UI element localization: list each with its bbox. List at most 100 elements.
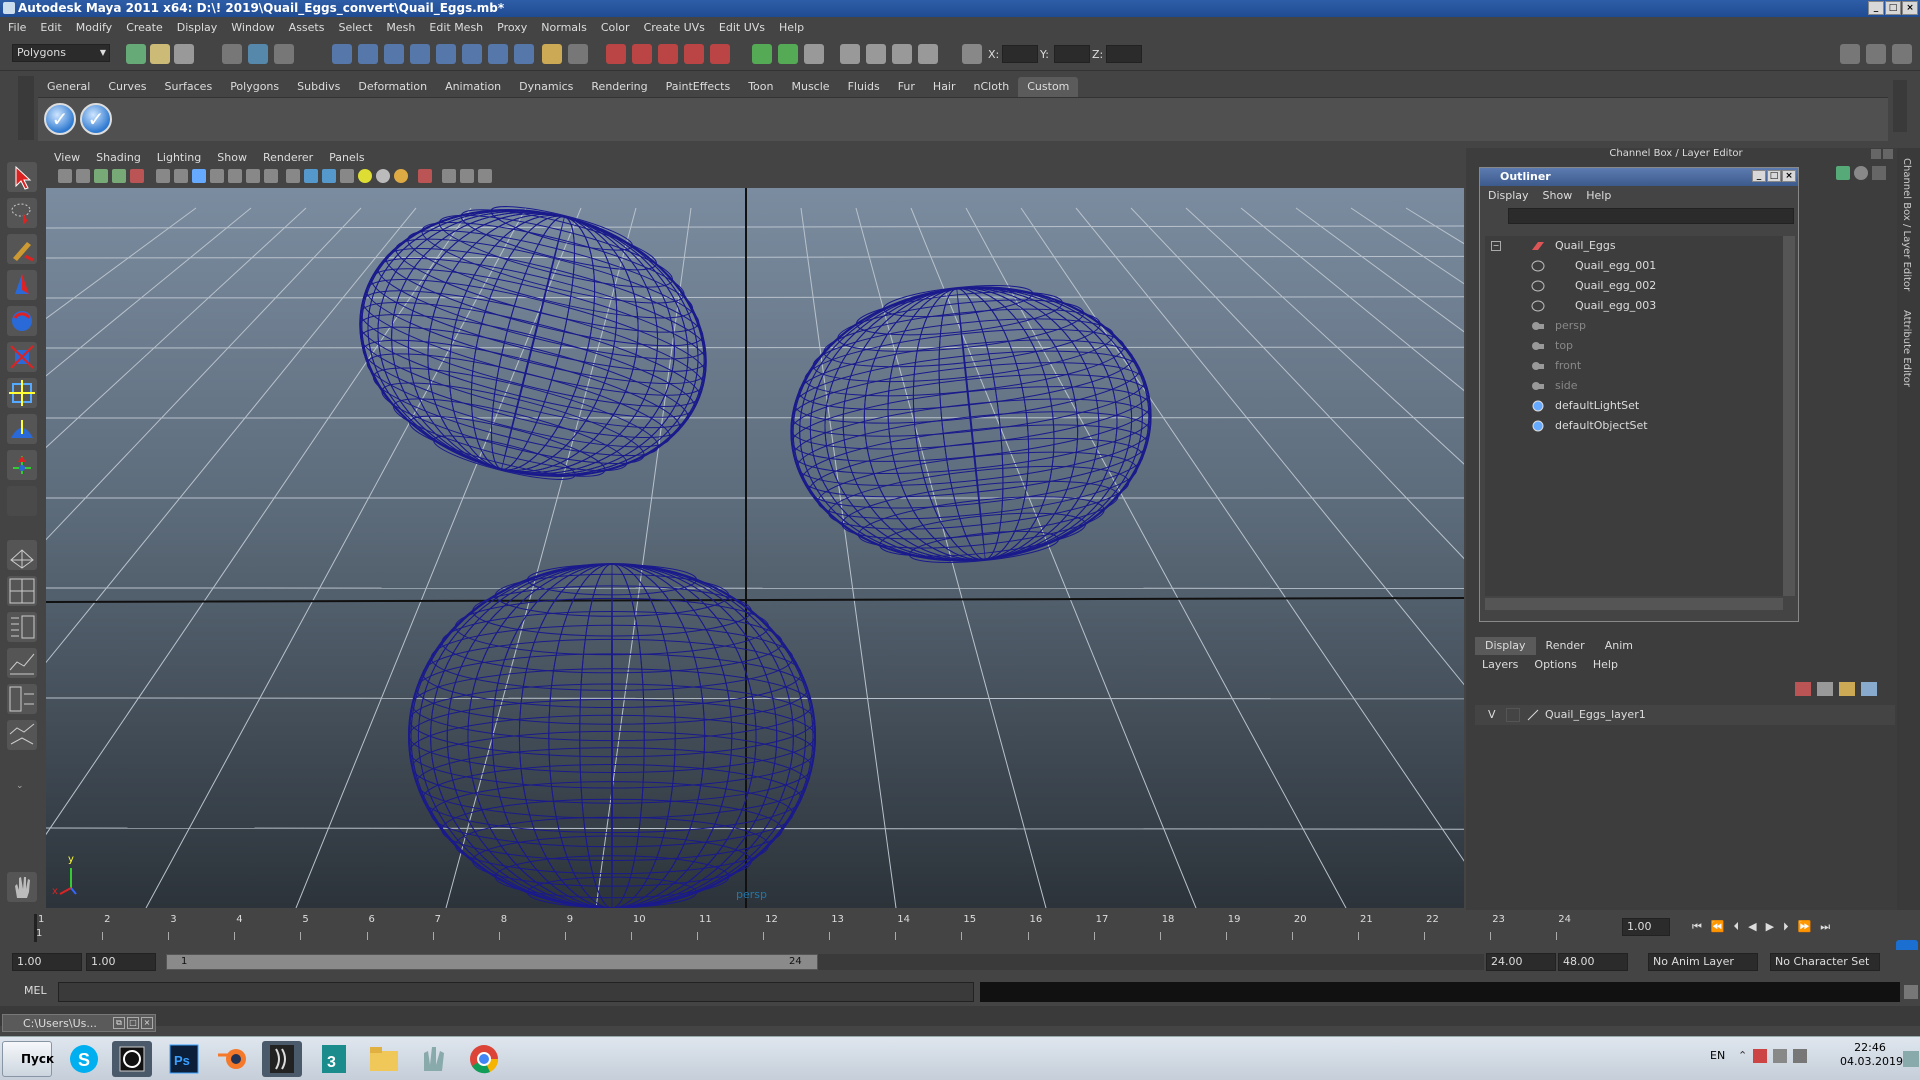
menu-edit-mesh[interactable]: Edit Mesh: [429, 21, 483, 34]
shelf-tab-painteffects[interactable]: PaintEffects: [657, 77, 740, 97]
camera-icon[interactable]: [840, 44, 860, 64]
open-scene-icon[interactable]: [150, 44, 170, 64]
help-query-icon[interactable]: [514, 44, 534, 64]
maya-icon[interactable]: [112, 1041, 152, 1077]
outliner-item-default-object-set[interactable]: defaultObjectSet: [1531, 416, 1648, 436]
vp-menu-panels[interactable]: Panels: [329, 151, 364, 164]
film-gate-icon[interactable]: [174, 169, 188, 183]
step-forward-key-icon[interactable]: ⏵: [1783, 920, 1789, 936]
snap-plane-icon[interactable]: [410, 44, 430, 64]
layer-tab-display[interactable]: Display: [1475, 637, 1536, 655]
create-empty-layer-icon[interactable]: [1839, 682, 1855, 696]
maximize-button[interactable]: □: [1885, 1, 1901, 15]
shelf-tab-custom[interactable]: Custom: [1018, 77, 1079, 97]
image-plane-icon[interactable]: [112, 169, 126, 183]
anim-layer-dropdown[interactable]: No Anim Layer: [1648, 953, 1758, 971]
menu-mesh[interactable]: Mesh: [386, 21, 415, 34]
app-icon[interactable]: [414, 1041, 454, 1077]
history-icon[interactable]: [488, 44, 508, 64]
range-end-field[interactable]: 48.00: [1558, 953, 1628, 971]
manipulator-tool-icon[interactable]: [7, 378, 37, 408]
outliner-item-default-light-set[interactable]: defaultLightSet: [1531, 396, 1639, 416]
3dsmax-icon[interactable]: 3: [314, 1041, 354, 1077]
shelf-tab-toon[interactable]: Toon: [739, 77, 782, 97]
hypershade-icon[interactable]: [684, 44, 704, 64]
step-forward-frame-icon[interactable]: ⏩: [1798, 920, 1812, 936]
tray-expand-icon[interactable]: ⌃: [1738, 1049, 1747, 1063]
mel-input[interactable]: [58, 982, 974, 1002]
gate-mask-icon[interactable]: [210, 169, 224, 183]
viewport-canvas[interactable]: [46, 188, 1464, 908]
outliner-layout-icon[interactable]: [7, 612, 37, 642]
clipboard-icon[interactable]: [804, 44, 824, 64]
camera-attributes-icon[interactable]: [76, 169, 90, 183]
checkmark-icon-2[interactable]: ✓: [80, 103, 112, 135]
menu-color[interactable]: Color: [601, 21, 630, 34]
construction-history-icon[interactable]: [568, 44, 588, 64]
resolution-gate-icon[interactable]: [192, 169, 206, 183]
layer-color-icon[interactable]: [1526, 708, 1540, 722]
wireframe-icon[interactable]: [286, 169, 300, 183]
outliner-item-front[interactable]: front: [1531, 356, 1581, 376]
side-tab-channel-box[interactable]: Channel Box / Layer Editor: [1901, 158, 1912, 291]
new-scene-icon[interactable]: [126, 44, 146, 64]
tray-volume-icon[interactable]: [1793, 1049, 1808, 1063]
vp-menu-shading[interactable]: Shading: [96, 151, 141, 164]
ipr-render-icon[interactable]: [632, 44, 652, 64]
snap-curve-icon[interactable]: [358, 44, 378, 64]
shelf-tab-rendering[interactable]: Rendering: [582, 77, 656, 97]
soft-mod-tool-icon[interactable]: [7, 414, 37, 444]
vp-menu-lighting[interactable]: Lighting: [157, 151, 201, 164]
shelf-scroll[interactable]: [1893, 80, 1907, 132]
script-editor-icon[interactable]: [1904, 985, 1918, 999]
float-panel-icon[interactable]: [1871, 149, 1881, 159]
xray-icon[interactable]: [418, 169, 432, 183]
time-slider[interactable]: 1 2 3 4 5 6 7 8 9 10 11 12 13 14 15 16 17 18 19 20 21 22 23 24 …: [12, 912, 1617, 944]
toggle-attr-editor-icon[interactable]: [1840, 44, 1860, 64]
chevron-down-icon[interactable]: ⌄: [16, 781, 28, 791]
close-button[interactable]: ×: [1902, 1, 1918, 15]
vp-menu-view[interactable]: View: [54, 151, 80, 164]
playback-start-field[interactable]: 1.00: [86, 953, 156, 971]
menu-edit[interactable]: Edit: [40, 21, 61, 34]
safe-action-icon[interactable]: [246, 169, 260, 183]
smooth-shade-icon[interactable]: [304, 169, 318, 183]
minimized-window[interactable]: C:\Users\Us... ⧉ □ ×: [2, 1014, 156, 1032]
layer-menu-layers[interactable]: Layers: [1482, 658, 1518, 671]
textured-icon[interactable]: [340, 169, 354, 183]
layer-tab-anim[interactable]: Anim: [1595, 637, 1643, 655]
y-field[interactable]: [1054, 45, 1090, 63]
two-d-pan-icon[interactable]: [130, 169, 144, 183]
move-tool-icon[interactable]: [7, 270, 37, 300]
paint-select-tool-icon[interactable]: [7, 234, 37, 264]
step-back-key-icon[interactable]: ⏴: [1734, 920, 1740, 936]
toggle-tool-settings-icon[interactable]: [1866, 44, 1886, 64]
menu-create[interactable]: Create: [126, 21, 163, 34]
xray-joints-icon[interactable]: [460, 169, 474, 183]
output-ops-icon[interactable]: [778, 44, 798, 64]
outliner-maximize-button[interactable]: □: [1767, 170, 1781, 182]
graph-persp-layout-icon[interactable]: [7, 720, 37, 750]
shelf-tab-polygons[interactable]: Polygons: [221, 77, 288, 97]
restore-icon[interactable]: ⧉: [113, 1017, 125, 1029]
outliner-minimize-button[interactable]: _: [1752, 170, 1766, 182]
photoshop-icon[interactable]: Ps: [164, 1041, 204, 1077]
range-start-field[interactable]: 1.00: [12, 953, 82, 971]
close-icon[interactable]: ×: [141, 1017, 153, 1029]
skype-icon[interactable]: S: [64, 1041, 104, 1077]
menu-edit-uvs[interactable]: Edit UVs: [719, 21, 765, 34]
outliner-item-persp[interactable]: persp: [1531, 316, 1586, 336]
menu-help[interactable]: Help: [779, 21, 804, 34]
egg-quail-003[interactable]: [408, 563, 816, 908]
outliner-item-quail-eggs[interactable]: Quail_Eggs: [1531, 236, 1616, 256]
outliner-hscrollbar[interactable]: [1485, 598, 1783, 610]
character-set-dropdown[interactable]: No Character Set: [1770, 953, 1880, 971]
select-camera-icon[interactable]: [58, 169, 72, 183]
scale-tool-icon[interactable]: [7, 342, 37, 372]
menu-proxy[interactable]: Proxy: [497, 21, 527, 34]
outliner-item-side[interactable]: side: [1531, 376, 1578, 396]
z-field[interactable]: [1106, 45, 1142, 63]
render-current-icon[interactable]: [606, 44, 626, 64]
layer-menu-options[interactable]: Options: [1534, 658, 1576, 671]
layer-visibility-toggle[interactable]: V: [1488, 705, 1496, 725]
